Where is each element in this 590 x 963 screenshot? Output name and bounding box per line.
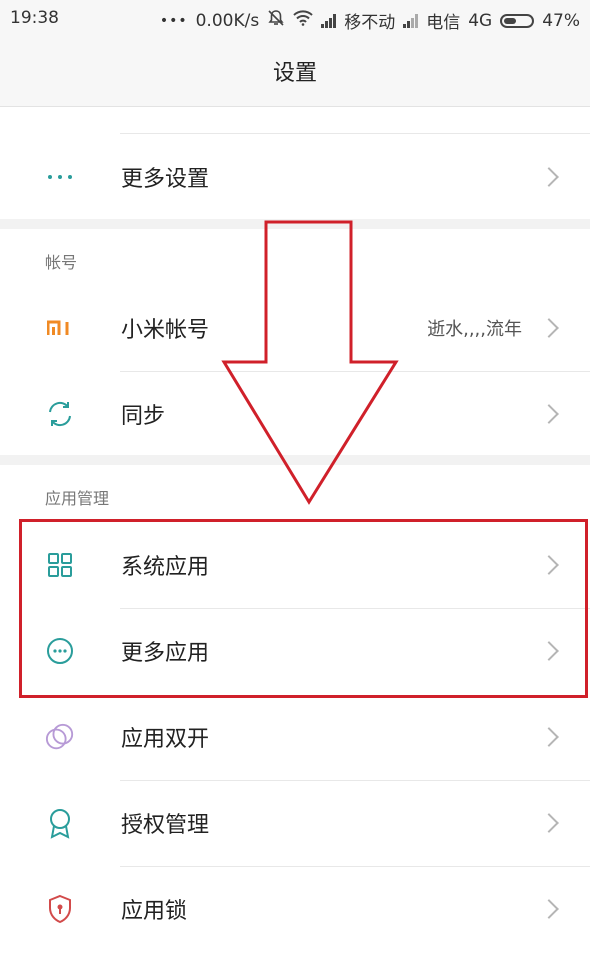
highlight-box — [19, 519, 588, 698]
annotation-arrow — [221, 220, 399, 505]
